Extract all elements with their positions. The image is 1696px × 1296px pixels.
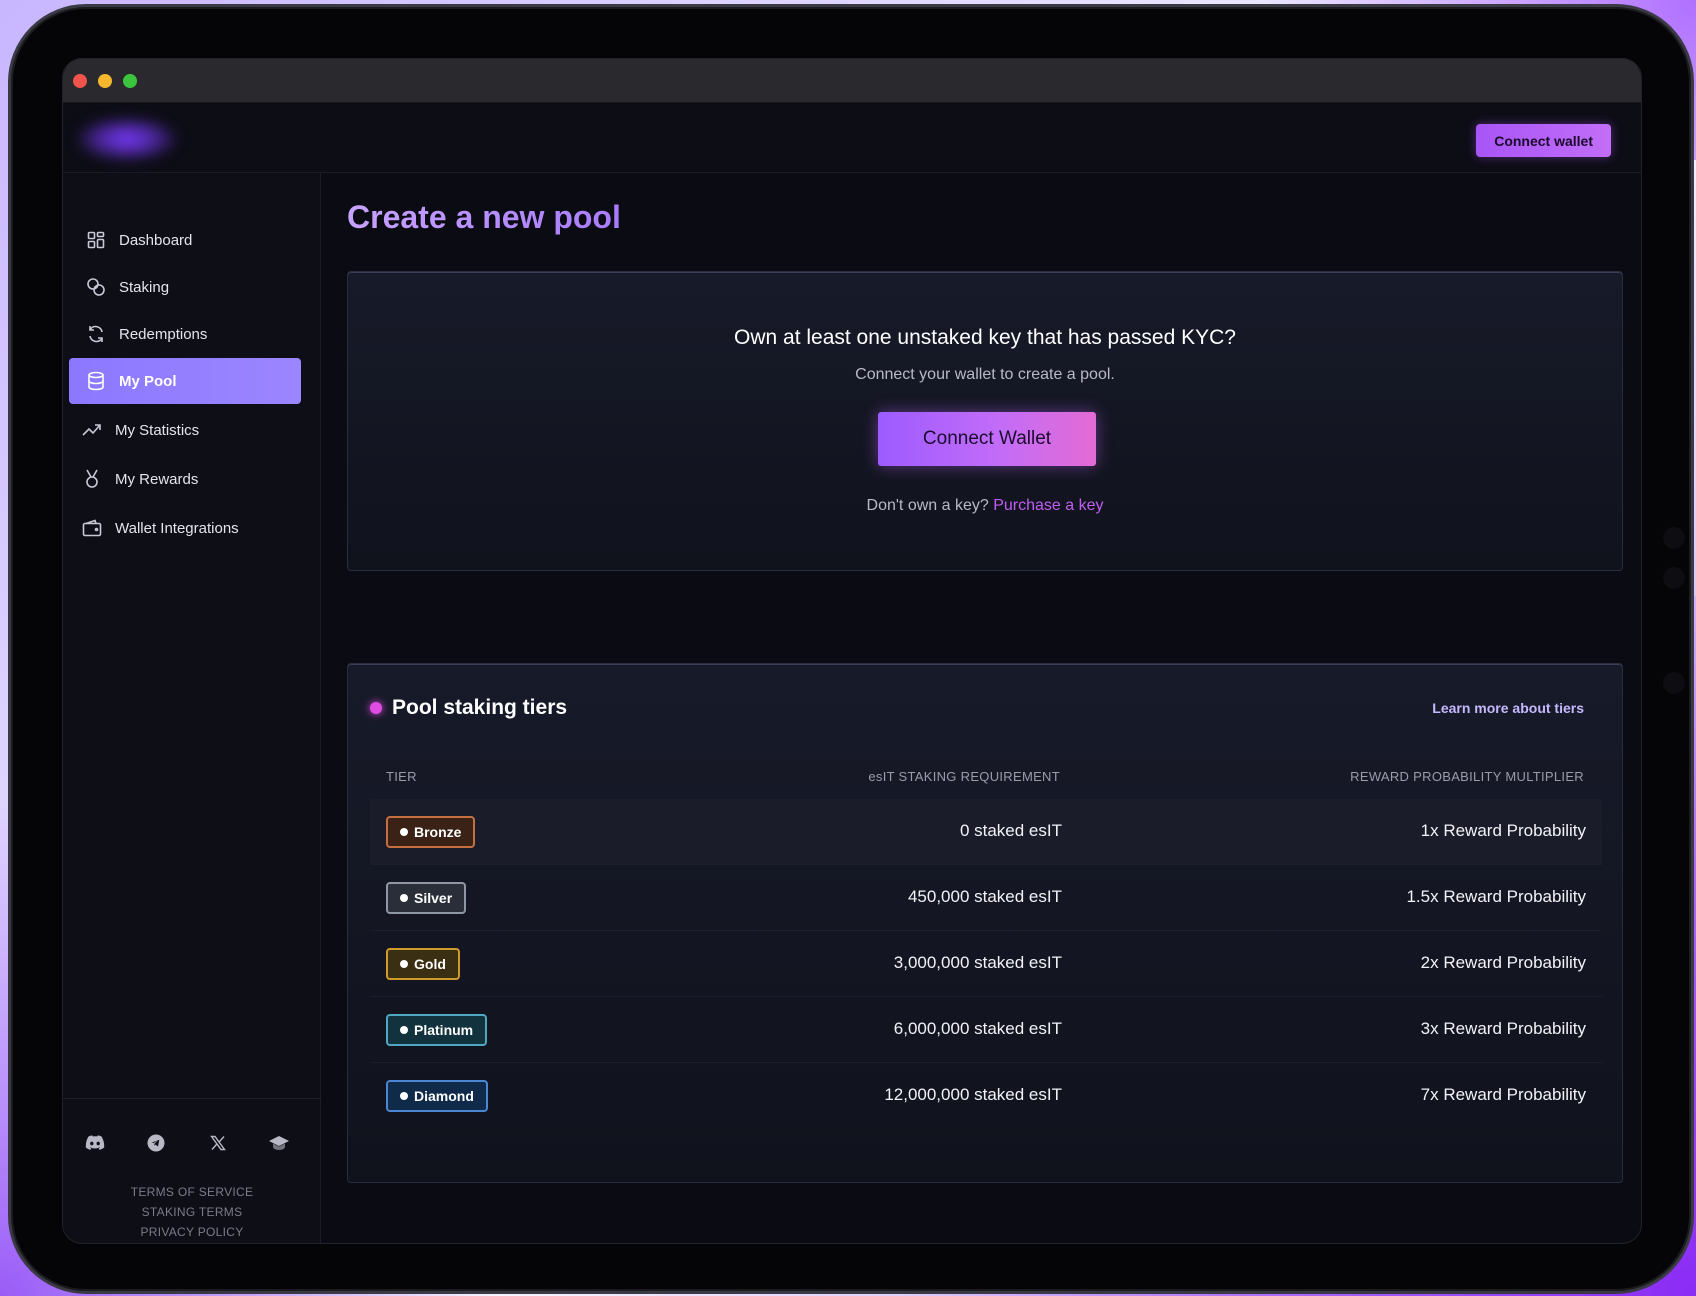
purchase-key-link[interactable]: Purchase a key [993,497,1103,514]
x-icon[interactable] [206,1131,230,1155]
trend-up-icon [81,419,103,441]
kyc-footer: Don't own a key? Purchase a key [348,497,1622,515]
sidebar-item-my-rewards[interactable]: My Rewards [65,456,297,502]
tier-badge-platinum: Platinum [386,1014,488,1046]
sensor-dot [1663,567,1685,589]
connect-wallet-button[interactable]: Connect Wallet [878,412,1096,466]
requirement-cell: 450,000 staked esIT [907,887,1062,906]
requirement-cell: 12,000,000 staked esIT [884,1085,1062,1104]
privacy-policy-link[interactable]: PRIVACY POLICY [63,1225,321,1239]
page-title: Create a new pool [347,199,621,235]
sidebar-item-label: Dashboard [119,231,193,249]
close-window-button[interactable] [73,74,87,88]
sidebar-item-my-pool[interactable]: My Pool [69,358,301,404]
sidebar-divider [63,1098,321,1099]
sidebar-item-wallet-integrations[interactable]: Wallet Integrations [65,505,297,551]
requirement-cell: 3,000,000 staked esIT [893,953,1062,972]
requirement-cell: 0 staked esIT [959,821,1062,840]
app-header: Connect wallet [63,103,1641,173]
multiplier-cell: 3x Reward Probability [1420,1019,1586,1038]
column-header-multiplier: REWARD PROBABILITY MULTIPLIER [1350,769,1584,784]
kyc-card: Own at least one unstaked key that has p… [347,271,1623,571]
multiplier-cell: 1x Reward Probability [1420,821,1586,840]
column-header-requirement: esIT STAKING REQUIREMENT [868,769,1060,784]
coins-icon [85,276,107,298]
minimize-window-button[interactable] [98,74,112,88]
table-row: Bronze 0 staked esIT 1x Reward Probabili… [370,799,1602,865]
column-header-tier: TIER [386,769,417,784]
sidebar-item-redemptions[interactable]: Redemptions [69,311,301,357]
medal-icon [81,468,103,490]
status-dot-icon [370,702,382,714]
multiplier-cell: 2x Reward Probability [1420,953,1586,972]
requirement-cell: 6,000,000 staked esIT [893,1019,1062,1038]
connect-wallet-header-button[interactable]: Connect wallet [1476,124,1611,157]
sidebar-item-label: Staking [119,278,170,296]
staking-terms-link[interactable]: STAKING TERMS [63,1205,321,1219]
app-logo[interactable] [77,117,177,161]
tiers-card: Pool staking tiers Learn more about tier… [347,663,1623,1183]
kyc-subtitle: Connect your wallet to create a pool. [855,366,1115,383]
sidebar-item-label: Redemptions [119,325,208,343]
telegram-icon[interactable] [144,1131,168,1155]
sensor-dot [1663,672,1685,694]
sidebar-item-label: My Statistics [115,421,200,439]
discord-icon[interactable] [83,1131,107,1155]
terms-of-service-link[interactable]: TERMS OF SERVICE [63,1185,321,1199]
kyc-footer-text: Don't own a key? [866,497,989,514]
sidebar-item-dashboard[interactable]: Dashboard [69,217,301,263]
wallet-icon [81,517,103,539]
sidebar-item-my-statistics[interactable]: My Statistics [65,407,297,453]
tier-badge-diamond: Diamond [386,1080,488,1112]
tiers-title: Pool staking tiers [392,696,568,719]
table-row: Gold 3,000,000 staked esIT 2x Reward Pro… [370,931,1602,997]
sidebar-item-label: Wallet Integrations [115,519,239,537]
sidebar-item-staking[interactable]: Staking [69,264,301,310]
sidebar-item-label: My Pool [119,372,177,390]
tier-badge-bronze: Bronze [386,816,476,848]
database-icon [85,370,107,392]
table-row: Diamond 12,000,000 staked esIT 7x Reward… [370,1063,1602,1129]
sensor-dot [1663,527,1685,549]
refresh-icon [85,323,107,345]
tier-badge-gold: Gold [386,948,460,980]
sidebar-item-label: My Rewards [115,470,199,488]
multiplier-cell: 7x Reward Probability [1420,1085,1586,1104]
tier-badge-silver: Silver [386,882,467,914]
table-row: Silver 450,000 staked esIT 1.5x Reward P… [370,865,1602,931]
kyc-question: Own at least one unstaked key that has p… [734,326,1236,349]
maximize-window-button[interactable] [123,74,137,88]
learn-more-tiers-link[interactable]: Learn more about tiers [1432,700,1584,716]
title-bar [63,59,1641,103]
sidebar: Dashboard Staking Redemptions My Pool My… [63,173,321,1243]
main-content: Create a new pool Own at least one unsta… [321,173,1641,1243]
tiers-header: Pool staking tiers [370,696,567,720]
grid-icon [85,229,107,251]
graduation-cap-icon[interactable] [267,1131,291,1155]
browser-window: Connect wallet Dashboard Staking Redempt… [62,58,1642,1244]
social-links [77,1131,297,1155]
multiplier-cell: 1.5x Reward Probability [1406,887,1586,906]
table-row: Platinum 6,000,000 staked esIT 3x Reward… [370,997,1602,1063]
